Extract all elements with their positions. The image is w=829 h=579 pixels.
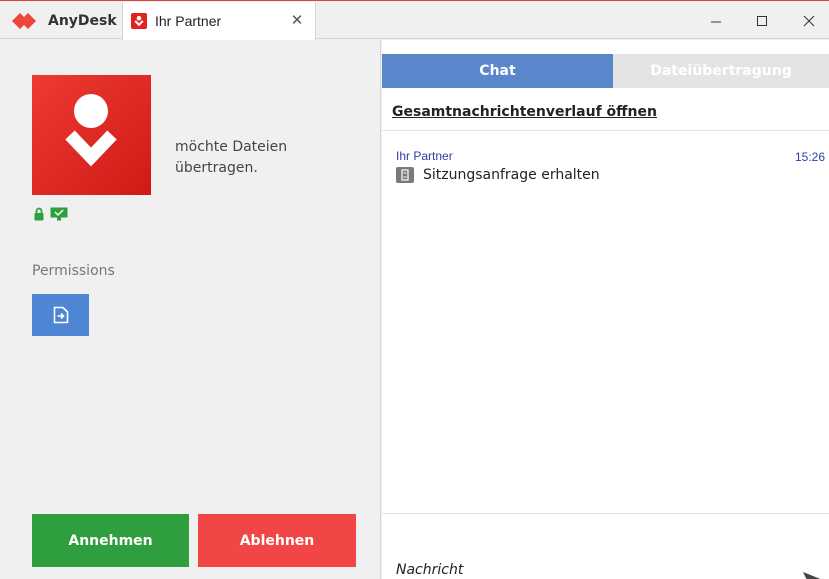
request-panel: möchte Dateien übertragen. Permissions A… [0, 40, 381, 579]
partner-avatar [32, 75, 151, 195]
app-tab[interactable]: AnyDesk [0, 2, 122, 39]
file-transfer-permission-button[interactable] [32, 294, 89, 336]
chat-panel: Chat Dateiübertragung Gesamtnachrichtenv… [382, 40, 829, 579]
message-item: Sitzungsanfrage erhalten [396, 167, 600, 183]
anydesk-window: AnyDesk Ihr Partner ✕ möchte Dateien übe… [0, 0, 829, 579]
file-transfer-icon [53, 306, 68, 324]
message-input[interactable]: Nachricht [396, 562, 463, 578]
maximize-button[interactable] [742, 2, 782, 39]
divider [382, 513, 829, 514]
message-sender: Ihr Partner [396, 149, 453, 163]
open-history-link[interactable]: Gesamtnachrichtenverlauf öffnen [392, 104, 657, 120]
anydesk-logo-icon [12, 12, 36, 29]
minimize-button[interactable] [696, 2, 736, 39]
tab-file-transfer[interactable]: Dateiübertragung [613, 54, 829, 88]
message-text: Sitzungsanfrage erhalten [423, 167, 600, 183]
monitor-icon [50, 207, 68, 221]
send-icon [803, 572, 821, 579]
send-button[interactable] [801, 568, 825, 579]
session-request-icon [396, 167, 414, 183]
reject-button[interactable]: Ablehnen [198, 514, 356, 567]
permissions-heading: Permissions [32, 263, 115, 279]
close-button[interactable] [789, 2, 829, 39]
close-icon [803, 15, 815, 26]
session-tab[interactable]: Ihr Partner ✕ [122, 2, 316, 40]
divider [382, 130, 829, 131]
maximize-icon [757, 15, 767, 26]
anydesk-avatar-icon [65, 94, 117, 167]
tab-chat[interactable]: Chat [382, 54, 613, 88]
minimize-icon [711, 21, 721, 22]
close-tab-icon[interactable]: ✕ [289, 12, 305, 28]
status-icons [34, 207, 68, 221]
title-bar: AnyDesk Ihr Partner ✕ [0, 2, 829, 40]
lock-icon [34, 207, 44, 221]
accept-button[interactable]: Annehmen [32, 514, 189, 567]
request-message: möchte Dateien übertragen. [175, 139, 288, 176]
partner-icon [131, 13, 147, 29]
app-title: AnyDesk [48, 12, 117, 29]
message-time: 15:26 [794, 150, 825, 164]
tab-label: Ihr Partner [155, 13, 222, 29]
